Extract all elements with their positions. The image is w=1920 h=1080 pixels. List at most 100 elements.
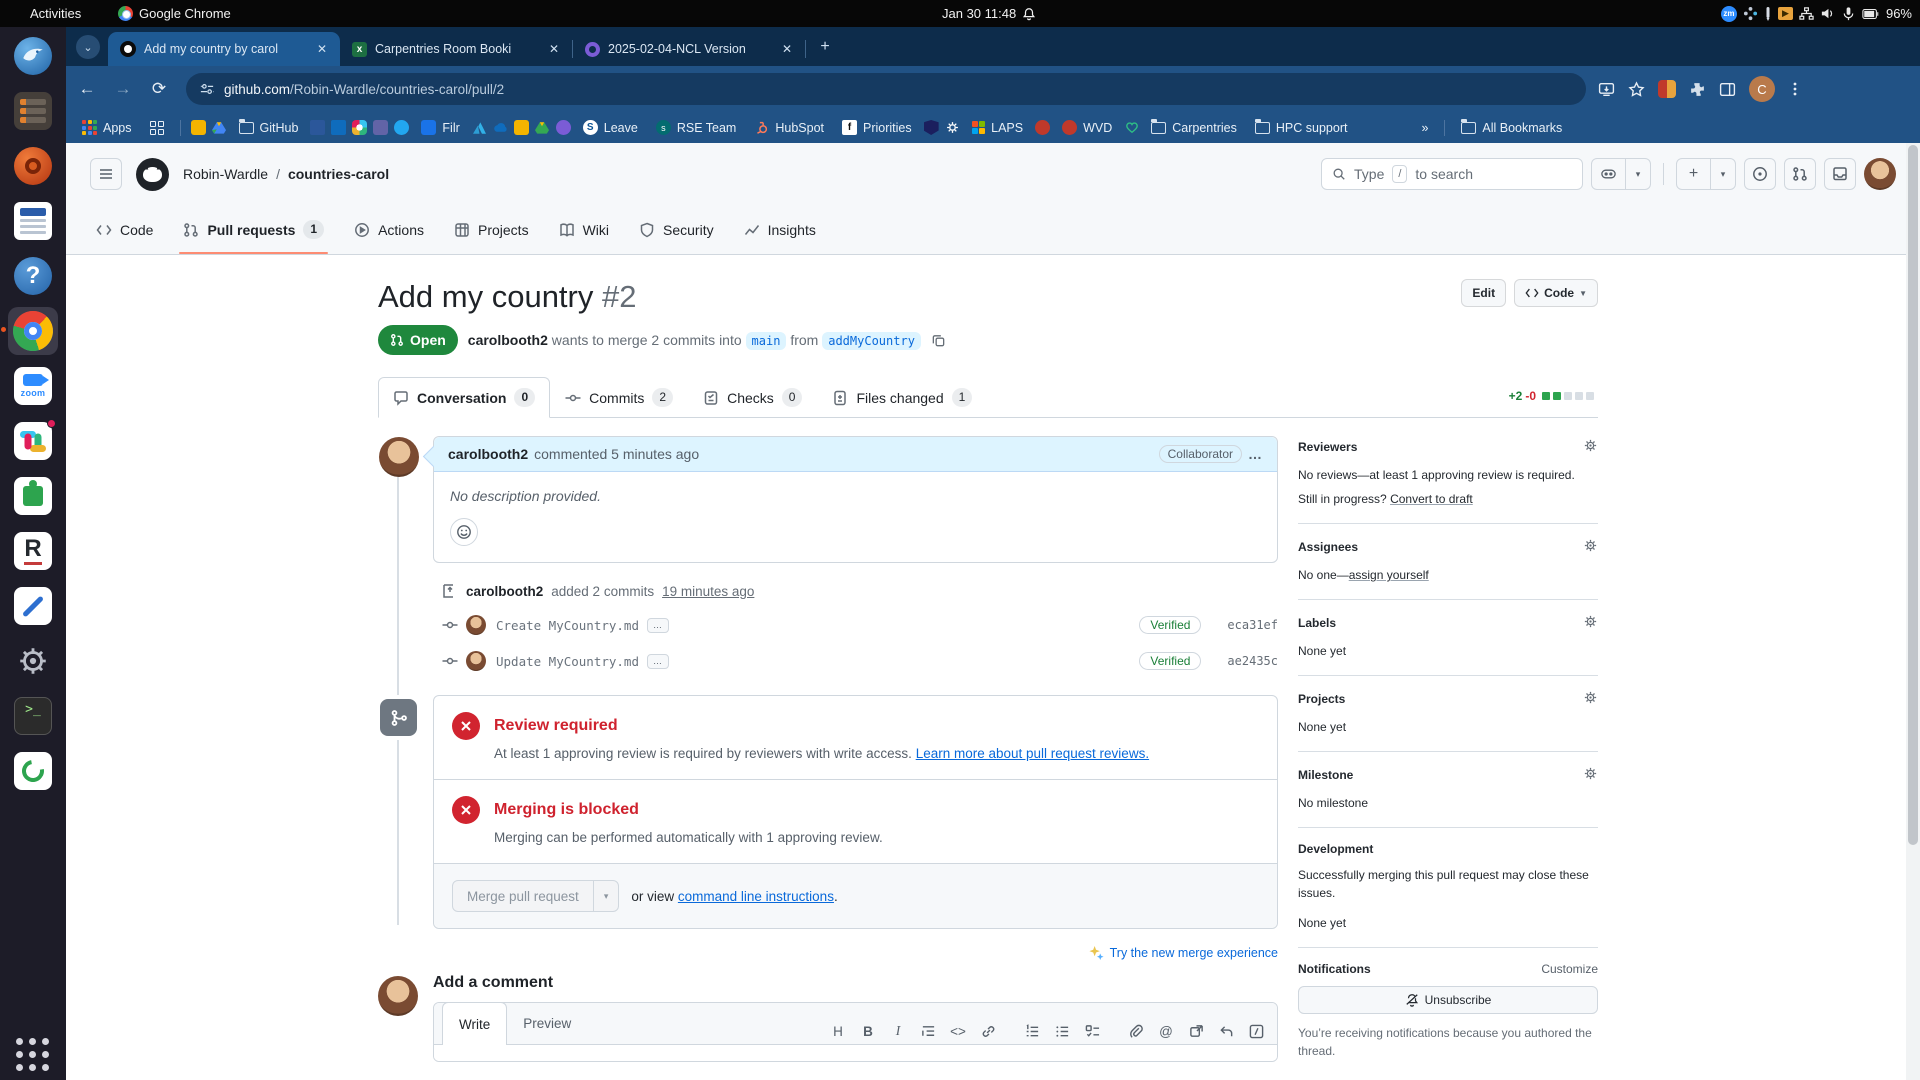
page-scrollbar[interactable] [1906,143,1920,1080]
activities-button[interactable]: Activities [30,0,81,27]
bookmark-folder-hpc[interactable]: HPC support [1249,118,1354,138]
comment-textarea[interactable] [434,1045,1277,1061]
task-list-icon[interactable] [1079,1018,1105,1044]
focused-app-indicator[interactable]: Google Chrome [118,0,231,27]
side-panel-icon[interactable] [1719,81,1736,98]
file-manager-icon[interactable] [8,87,58,135]
comment-author-avatar[interactable] [379,437,419,477]
chrome-menu-icon[interactable] [1788,81,1802,97]
commit-author-avatar[interactable] [466,651,486,671]
issues-button[interactable] [1744,158,1776,190]
inbox-button[interactable] [1824,158,1856,190]
bookmark-apps[interactable]: Apps [76,117,138,138]
commit-sha-link[interactable]: ae2435c [1227,654,1278,668]
merge-options-caret[interactable]: ▾ [594,881,619,911]
bookmark-rse-team[interactable]: s RSE Team [650,117,743,138]
tab-commits[interactable]: Commits 2 [550,377,688,418]
reload-button[interactable]: ⟳ [144,74,174,104]
extensions-puzzle-icon[interactable] [1689,81,1706,98]
tab-ncl-version[interactable]: 2025-02-04-NCL Version ✕ [573,32,805,66]
tab-close-icon[interactable]: ✕ [779,41,795,57]
thunderbird-icon[interactable] [8,32,58,80]
add-reaction-button[interactable] [450,518,478,546]
pen-tray-icon[interactable] [1764,6,1772,22]
reply-icon[interactable] [1213,1018,1239,1044]
bookmark-grid-only[interactable] [144,118,170,138]
onedrive-icon[interactable] [493,120,508,135]
clock[interactable]: Jan 30 11:48 [942,0,1036,27]
convert-to-draft-link[interactable]: Convert to draft [1390,492,1473,506]
bold-icon[interactable]: B [855,1018,881,1044]
create-new-caret[interactable]: ▾ [1711,159,1735,189]
labels-gear-icon[interactable] [1583,614,1598,632]
settings-icon[interactable] [8,637,58,685]
copilot-caret[interactable]: ▾ [1626,159,1650,189]
review-docs-link[interactable]: Learn more about pull request reviews. [916,746,1149,761]
github-user-avatar[interactable] [1864,158,1896,190]
create-new-button[interactable]: + ▾ [1676,158,1736,190]
tab-files-changed[interactable]: Files changed 1 [817,377,987,418]
commit-message-link[interactable]: Update MyCountry.md [496,654,639,669]
bookmark-folder-github[interactable]: GitHub [233,118,305,138]
customize-link[interactable]: Customize [1541,962,1598,976]
network-tray-icon[interactable] [1799,6,1814,21]
tab-github-pr[interactable]: Add my country by carol ✕ [108,32,340,66]
crest-icon[interactable] [923,120,939,135]
screenshare-tray-icon[interactable]: ▶ [1777,7,1793,20]
bookmark-star-icon[interactable] [1628,80,1645,98]
slack-bookmark-icon[interactable] [352,120,368,135]
unsubscribe-button[interactable]: Unsubscribe [1298,986,1598,1014]
azure-icon[interactable] [472,120,487,135]
bookmark-priorities[interactable]: f Priorities [836,117,918,138]
teams-icon[interactable] [373,120,389,135]
drive-icon-2[interactable] [535,120,550,135]
all-bookmarks[interactable]: All Bookmarks [1455,118,1568,138]
slack-icon[interactable] [8,417,58,465]
bullet-list-icon[interactable] [1049,1018,1075,1044]
scrollbar-thumb[interactable] [1908,145,1918,845]
tab-search-button[interactable]: ⌄ [76,35,100,59]
install-page-icon[interactable] [1598,81,1615,98]
commit-sha-link[interactable]: eca31ef [1227,618,1278,632]
forward-button[interactable]: → [108,74,138,104]
zoom-icon[interactable]: zoom [8,362,58,410]
nav-tab-pull-requests[interactable]: Pull requests 1 [171,205,336,254]
heart-icon[interactable] [1124,120,1139,135]
attach-file-icon[interactable] [1123,1018,1149,1044]
back-button[interactable]: ← [72,74,102,104]
verified-badge[interactable]: Verified [1139,616,1202,634]
system-tray[interactable]: zm ▶ 96% [1720,0,1912,27]
copy-branch-icon[interactable] [931,333,946,348]
assign-yourself-link[interactable]: assign yourself [1349,568,1429,582]
slash-commands-icon[interactable] [1243,1018,1269,1044]
comment-menu-icon[interactable]: … [1248,446,1263,462]
tab-checks[interactable]: Checks 0 [688,377,817,418]
word-icon[interactable] [310,120,326,135]
gear-bookmark-icon[interactable] [945,120,960,135]
battery-icon[interactable] [1862,8,1880,20]
nav-tab-security[interactable]: Security [627,205,726,254]
tab-carpentries-booking[interactable]: x Carpentries Room Booki ✕ [340,32,572,66]
nav-tab-code[interactable]: Code [84,205,165,254]
drive-icon[interactable] [212,120,227,135]
tab-close-icon[interactable]: ✕ [314,41,330,57]
write-tab[interactable]: Write [442,1003,508,1045]
bookmark-folder-carpentries[interactable]: Carpentries [1145,118,1243,138]
comment-author-link[interactable]: carolbooth2 [448,446,528,462]
heading-icon[interactable]: H [825,1018,851,1044]
edit-button[interactable]: Edit [1461,279,1507,307]
nav-tab-insights[interactable]: Insights [732,205,828,254]
commit-author-avatar[interactable] [466,615,486,635]
clockify-icon[interactable] [394,120,410,135]
keep-icon[interactable] [190,120,206,135]
show-applications-icon[interactable] [16,1038,50,1072]
nav-tab-wiki[interactable]: Wiki [547,205,621,254]
red-bookmark-icon[interactable] [1035,120,1051,135]
merge-pull-request-button[interactable]: Merge pull request ▾ [452,880,620,912]
quote-icon[interactable] [915,1018,941,1044]
extension-colored-icon[interactable] [1658,80,1676,98]
bookmark-wvd[interactable]: WVD [1056,117,1118,138]
profile-avatar[interactable]: C [1749,76,1775,102]
commit-message-link[interactable]: Create MyCountry.md [496,618,639,633]
notes-app-icon[interactable] [8,582,58,630]
